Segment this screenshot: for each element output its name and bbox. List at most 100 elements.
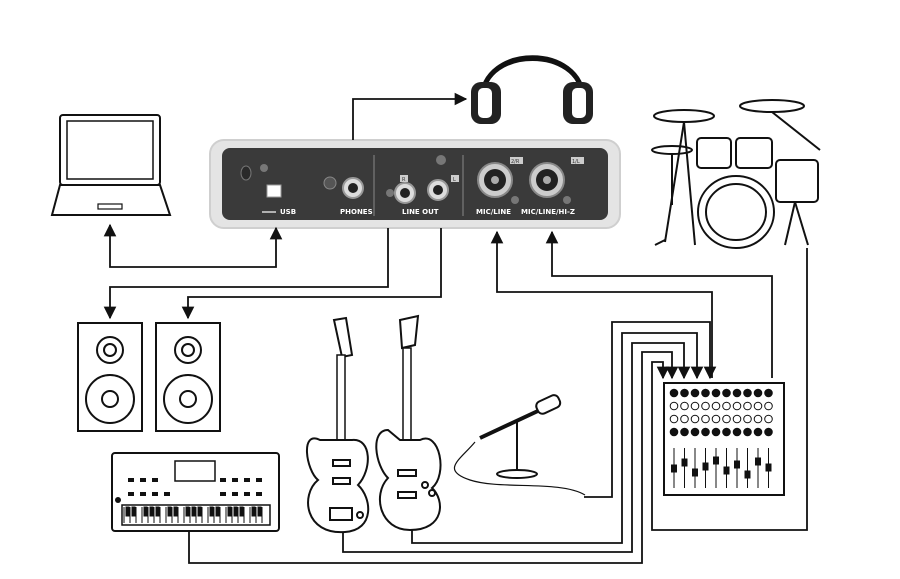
- mixer-knob: [690, 414, 700, 424]
- mixer-knob: [753, 414, 763, 424]
- mixer-knob: [669, 427, 679, 437]
- phones-knob[interactable]: [323, 176, 337, 190]
- keyboard-black-key: [185, 506, 190, 517]
- mixer-knob: [764, 427, 773, 437]
- mixer-fader-cap: [723, 466, 730, 475]
- mixer-knob: [722, 401, 731, 411]
- drum-kit-icon: [651, 99, 821, 249]
- mixer-fader-cap: [734, 460, 740, 469]
- mixer-knob: [701, 414, 710, 424]
- cable-input-1: [490, 230, 713, 378]
- keyboard-black-key: [197, 506, 202, 517]
- line-out-label: LINE OUT: [402, 208, 439, 216]
- screw-icon: [260, 164, 268, 172]
- keyboard-button: [244, 478, 250, 482]
- mixer-knob: [743, 401, 752, 411]
- mixer-knob: [680, 414, 689, 424]
- mixer-knob: [701, 388, 710, 398]
- keyboard-black-key: [209, 506, 214, 517]
- mixer-fader-cap: [744, 470, 751, 479]
- mixer-knob: [743, 414, 752, 424]
- mixer-knob: [711, 401, 721, 411]
- mixer-fader-cap: [671, 464, 677, 473]
- mixer-knob: [711, 414, 721, 424]
- headphones-icon: [471, 55, 593, 124]
- input-1-tag: 2/R: [511, 159, 520, 165]
- mixer-knob: [711, 388, 721, 398]
- mixer-fader-cap: [755, 457, 761, 466]
- keyboard-black-key: [233, 506, 238, 517]
- keyboard-black-key: [239, 506, 244, 517]
- mixer-knob: [711, 427, 721, 437]
- cable-usb: [103, 223, 283, 268]
- mixer-knob: [743, 427, 752, 437]
- cable-phones: [352, 92, 468, 140]
- cable-line-out-r: [103, 228, 389, 320]
- keyboard-button: [140, 492, 146, 496]
- keyboard-button: [256, 492, 262, 496]
- mixer-knob: [753, 388, 763, 398]
- mixer-knob: [753, 427, 763, 437]
- keyboard-button: [220, 478, 226, 482]
- screw-icon: [436, 155, 446, 165]
- mixer-knob: [743, 388, 752, 398]
- mixer-knob: [680, 388, 689, 398]
- input-1-label: MIC/LINE: [476, 208, 511, 216]
- input-2-tag: 1/L: [572, 159, 580, 165]
- mixer-knob: [690, 388, 700, 398]
- mixer-icon: [663, 382, 785, 496]
- line-out-r-tag: R: [402, 177, 406, 183]
- mixer-knob: [680, 427, 689, 437]
- mixer-knob: [764, 388, 773, 398]
- phones-label: PHONES: [340, 208, 373, 216]
- speaker-left-icon: [77, 322, 143, 432]
- keyboard-button: [164, 492, 170, 496]
- mixer-knob: [732, 388, 742, 398]
- mixer-knob: [732, 427, 742, 437]
- mixer-knob: [753, 401, 763, 411]
- keyboard-icon: [111, 452, 280, 532]
- mixer-knob: [764, 414, 773, 424]
- keyboard-button: [152, 492, 158, 496]
- keyboard-black-key: [257, 506, 262, 517]
- mixer-knob: [690, 427, 700, 437]
- keyboard-black-key: [173, 506, 178, 517]
- keyboard-button: [220, 492, 226, 496]
- keyboard-button: [256, 478, 262, 482]
- keyboard-black-key: [251, 506, 256, 517]
- electric-guitar-icon: [305, 316, 370, 534]
- keyboard-button: [128, 492, 134, 496]
- mixer-fader-cap: [765, 463, 772, 472]
- keyboard-black-key: [149, 506, 154, 517]
- mixer-knob: [764, 401, 773, 411]
- keyboard-black-key: [167, 506, 172, 517]
- keyboard-button: [232, 478, 238, 482]
- mixer-knob: [669, 401, 679, 411]
- mixer-knob: [722, 414, 731, 424]
- mixer-fader-cap: [713, 456, 719, 465]
- usb-port[interactable]: [266, 184, 282, 198]
- cable-input-2: [545, 230, 773, 378]
- keyboard-dial: [115, 497, 121, 503]
- cable-line-out-l: [181, 228, 442, 320]
- keyboard-button: [128, 478, 134, 482]
- line-out-l-tag: L: [453, 177, 456, 183]
- mixer-knob: [722, 427, 731, 437]
- keyboard-button: [152, 478, 158, 482]
- keyboard-button: [244, 492, 250, 496]
- keyboard-button: [232, 492, 238, 496]
- mixer-knob: [669, 414, 679, 424]
- cable-bass: [411, 332, 704, 544]
- mixer-knob: [680, 401, 689, 411]
- keyboard-black-key: [227, 506, 232, 517]
- keyboard-black-key: [125, 506, 130, 517]
- keyboard-button: [140, 478, 146, 482]
- usb-label: USB: [280, 208, 296, 216]
- mixer-knob: [732, 401, 742, 411]
- connection-diagram: USB PHONES R L LINE OUT 2/R 1/L MIC/LINE…: [50, 55, 821, 564]
- input-2-label: MIC/LINE/HI-Z: [521, 208, 575, 216]
- power-led: [240, 165, 252, 181]
- audio-interface: USB PHONES R L LINE OUT 2/R 1/L MIC/LINE…: [209, 139, 621, 229]
- mixer-knob: [732, 414, 742, 424]
- keyboard-black-key: [131, 506, 136, 517]
